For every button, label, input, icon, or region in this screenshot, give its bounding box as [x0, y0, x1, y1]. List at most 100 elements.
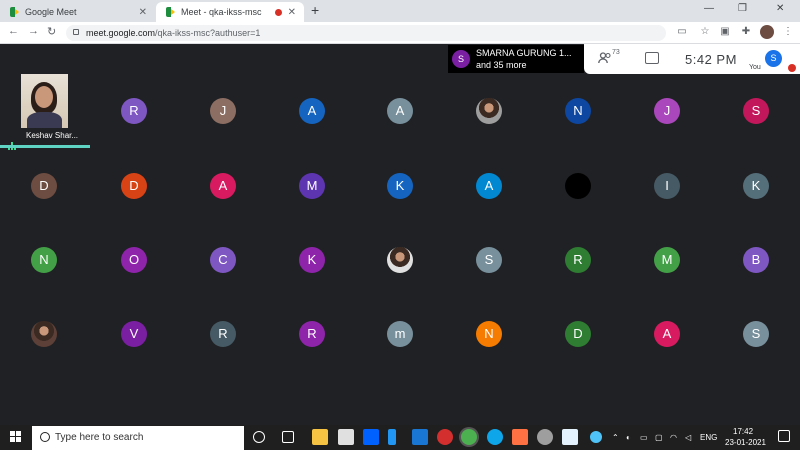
- camera-icon[interactable]: ▭: [676, 26, 688, 38]
- participant-avatar[interactable]: S: [476, 247, 502, 273]
- tab-google-meet[interactable]: Google Meet ✕: [0, 2, 155, 22]
- extension-icon[interactable]: ▣: [719, 26, 731, 38]
- file-explorer-icon[interactable]: [312, 429, 328, 445]
- participant-avatar[interactable]: V: [121, 321, 147, 347]
- active-speaker-video: [21, 74, 68, 128]
- calculator-icon[interactable]: [562, 429, 578, 445]
- participant-avatar[interactable]: O: [121, 247, 147, 273]
- chat-icon[interactable]: [645, 52, 659, 64]
- taskbar-time[interactable]: 17:42: [733, 427, 753, 436]
- close-window-icon[interactable]: ✕: [776, 3, 784, 14]
- participant-avatar[interactable]: S: [743, 98, 769, 124]
- active-speaker-highlight: [0, 145, 90, 148]
- windows-start-icon[interactable]: [10, 431, 22, 443]
- tray-app-icon[interactable]: ◐: [626, 433, 631, 442]
- opera-icon[interactable]: [437, 429, 453, 445]
- presenter-avatar: S: [452, 50, 470, 68]
- cortana-icon[interactable]: [253, 431, 265, 443]
- participant-avatar[interactable]: B: [743, 247, 769, 273]
- participant-avatar[interactable]: K: [387, 173, 413, 199]
- url-input[interactable]: meet.google.com/qka-ikss-msc?authuser=1: [66, 25, 666, 41]
- participant-avatar[interactable]: A: [210, 173, 236, 199]
- edge-icon[interactable]: [487, 429, 503, 445]
- participant-avatar[interactable]: N: [31, 247, 57, 273]
- participant-avatar[interactable]: R: [565, 247, 591, 273]
- tab-meet-call[interactable]: Meet - qka-ikss-msc ✕: [156, 2, 304, 22]
- meet-favicon-icon: [10, 7, 20, 17]
- participant-avatar[interactable]: K: [743, 173, 769, 199]
- participant-avatar[interactable]: J: [210, 98, 236, 124]
- participant-avatar[interactable]: m: [387, 321, 413, 347]
- participant-avatar[interactable]: A: [654, 321, 680, 347]
- participant-avatar[interactable]: A: [476, 173, 502, 199]
- url-path: /qka-ikss-msc?authuser=1: [155, 28, 261, 38]
- chrome-icon[interactable]: [461, 429, 477, 445]
- store-icon[interactable]: [338, 429, 354, 445]
- restore-icon[interactable]: ❐: [738, 3, 747, 14]
- forward-icon[interactable]: →: [28, 25, 39, 37]
- mail-icon[interactable]: [412, 429, 428, 445]
- participant-avatar[interactable]: N: [476, 321, 502, 347]
- participant-avatar[interactable]: R: [210, 321, 236, 347]
- new-tab-button[interactable]: +: [311, 2, 319, 18]
- dropbox-icon[interactable]: [363, 429, 379, 445]
- participant-avatar[interactable]: R: [121, 98, 147, 124]
- task-view-icon[interactable]: [282, 431, 294, 443]
- people-icon[interactable]: [598, 52, 612, 64]
- participant-avatar[interactable]: D: [565, 321, 591, 347]
- recording-indicator-icon: [275, 8, 282, 16]
- self-avatar[interactable]: S: [765, 50, 782, 67]
- meet-favicon-icon: [166, 7, 176, 17]
- participant-avatar[interactable]: J: [654, 98, 680, 124]
- taskbar-search-placeholder: Type here to search: [55, 432, 144, 443]
- battery-icon[interactable]: ▭: [640, 433, 648, 442]
- meet-footer-area: [0, 370, 800, 425]
- language-indicator[interactable]: ENG: [700, 433, 717, 442]
- back-icon[interactable]: ←: [8, 25, 19, 37]
- search-icon: [40, 432, 50, 442]
- minimize-icon[interactable]: ―: [704, 3, 714, 14]
- meeting-clock: 5:42 PM: [685, 52, 737, 67]
- display-icon[interactable]: ▢: [655, 433, 663, 442]
- participant-avatar[interactable]: S: [743, 321, 769, 347]
- close-tab-icon[interactable]: ✕: [139, 7, 147, 18]
- participant-photo-avatar[interactable]: [476, 98, 502, 124]
- wifi-icon[interactable]: ◠: [670, 433, 677, 442]
- close-tab-icon[interactable]: ✕: [288, 7, 296, 18]
- participant-avatar[interactable]: M: [654, 247, 680, 273]
- reload-icon[interactable]: ↻: [47, 25, 56, 38]
- volume-icon[interactable]: ◁: [685, 433, 691, 442]
- presenter-name: SMARNA GURUNG 1...: [476, 48, 572, 58]
- mic-muted-icon[interactable]: [788, 64, 796, 72]
- settings-icon[interactable]: [537, 429, 553, 445]
- participant-avatar[interactable]: A: [387, 98, 413, 124]
- photos-icon[interactable]: [512, 429, 528, 445]
- participant-photo-avatar[interactable]: [387, 247, 413, 273]
- participant-avatar[interactable]: R: [299, 321, 325, 347]
- help-icon[interactable]: [590, 431, 602, 443]
- people-count: 73: [612, 49, 620, 56]
- profile-avatar[interactable]: [760, 25, 774, 39]
- presenter-more: and 35 more: [476, 60, 527, 70]
- participant-photo-avatar[interactable]: [31, 321, 57, 347]
- app-icon[interactable]: [388, 429, 396, 445]
- participant-avatar[interactable]: I: [654, 173, 680, 199]
- participant-avatar[interactable]: C: [210, 247, 236, 273]
- puzzle-icon[interactable]: ✚: [740, 26, 752, 38]
- bookmark-star-icon[interactable]: ☆: [699, 26, 711, 38]
- tray-chevron-icon[interactable]: ⌃: [612, 433, 619, 442]
- participant-avatar[interactable]: M: [299, 173, 325, 199]
- participant-avatar[interactable]: N: [565, 98, 591, 124]
- tab-label: Google Meet: [25, 7, 77, 17]
- active-speaker-name: Keshav Shar...: [26, 131, 79, 140]
- participant-avatar[interactable]: [565, 173, 591, 199]
- menu-icon[interactable]: ⋮: [782, 26, 794, 38]
- taskbar-date[interactable]: 23-01-2021: [725, 438, 766, 447]
- participant-avatar[interactable]: K: [299, 247, 325, 273]
- participant-avatar[interactable]: D: [121, 173, 147, 199]
- participant-avatar[interactable]: A: [299, 98, 325, 124]
- self-label: You: [749, 64, 761, 71]
- notification-icon[interactable]: [778, 430, 790, 442]
- url-host: meet.google.com: [86, 28, 156, 38]
- participant-avatar[interactable]: D: [31, 173, 57, 199]
